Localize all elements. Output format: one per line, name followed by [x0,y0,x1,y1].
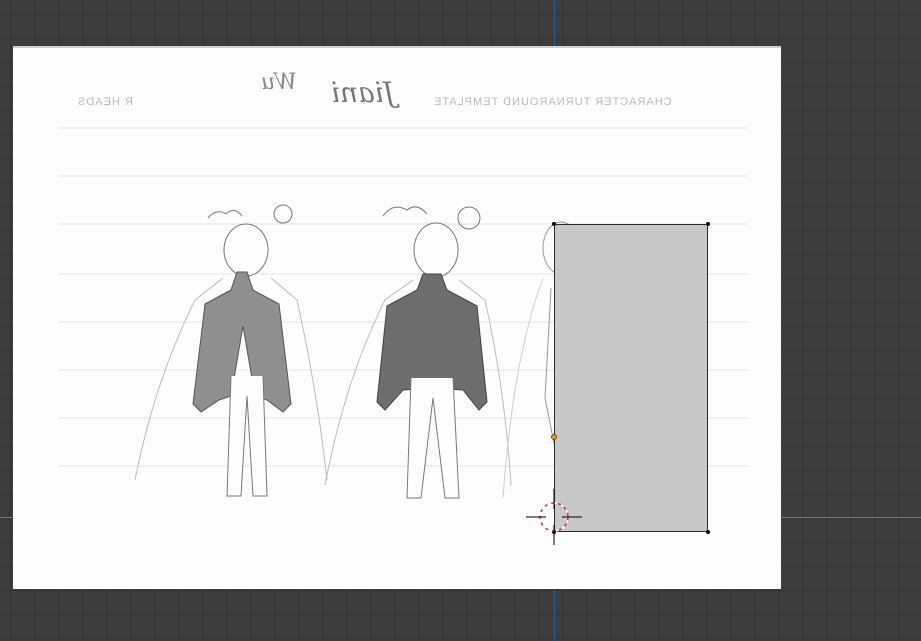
3d-cursor-icon[interactable] [526,489,582,545]
plane-vertex-top-left[interactable] [552,222,556,226]
figure-2 [324,206,512,499]
plane-vertex-bottom-right[interactable] [706,530,710,534]
plane-vertex-top-right[interactable] [706,222,710,226]
plane-object[interactable] [554,224,708,532]
figure-1 [134,204,328,497]
object-origin-icon[interactable] [551,434,557,440]
